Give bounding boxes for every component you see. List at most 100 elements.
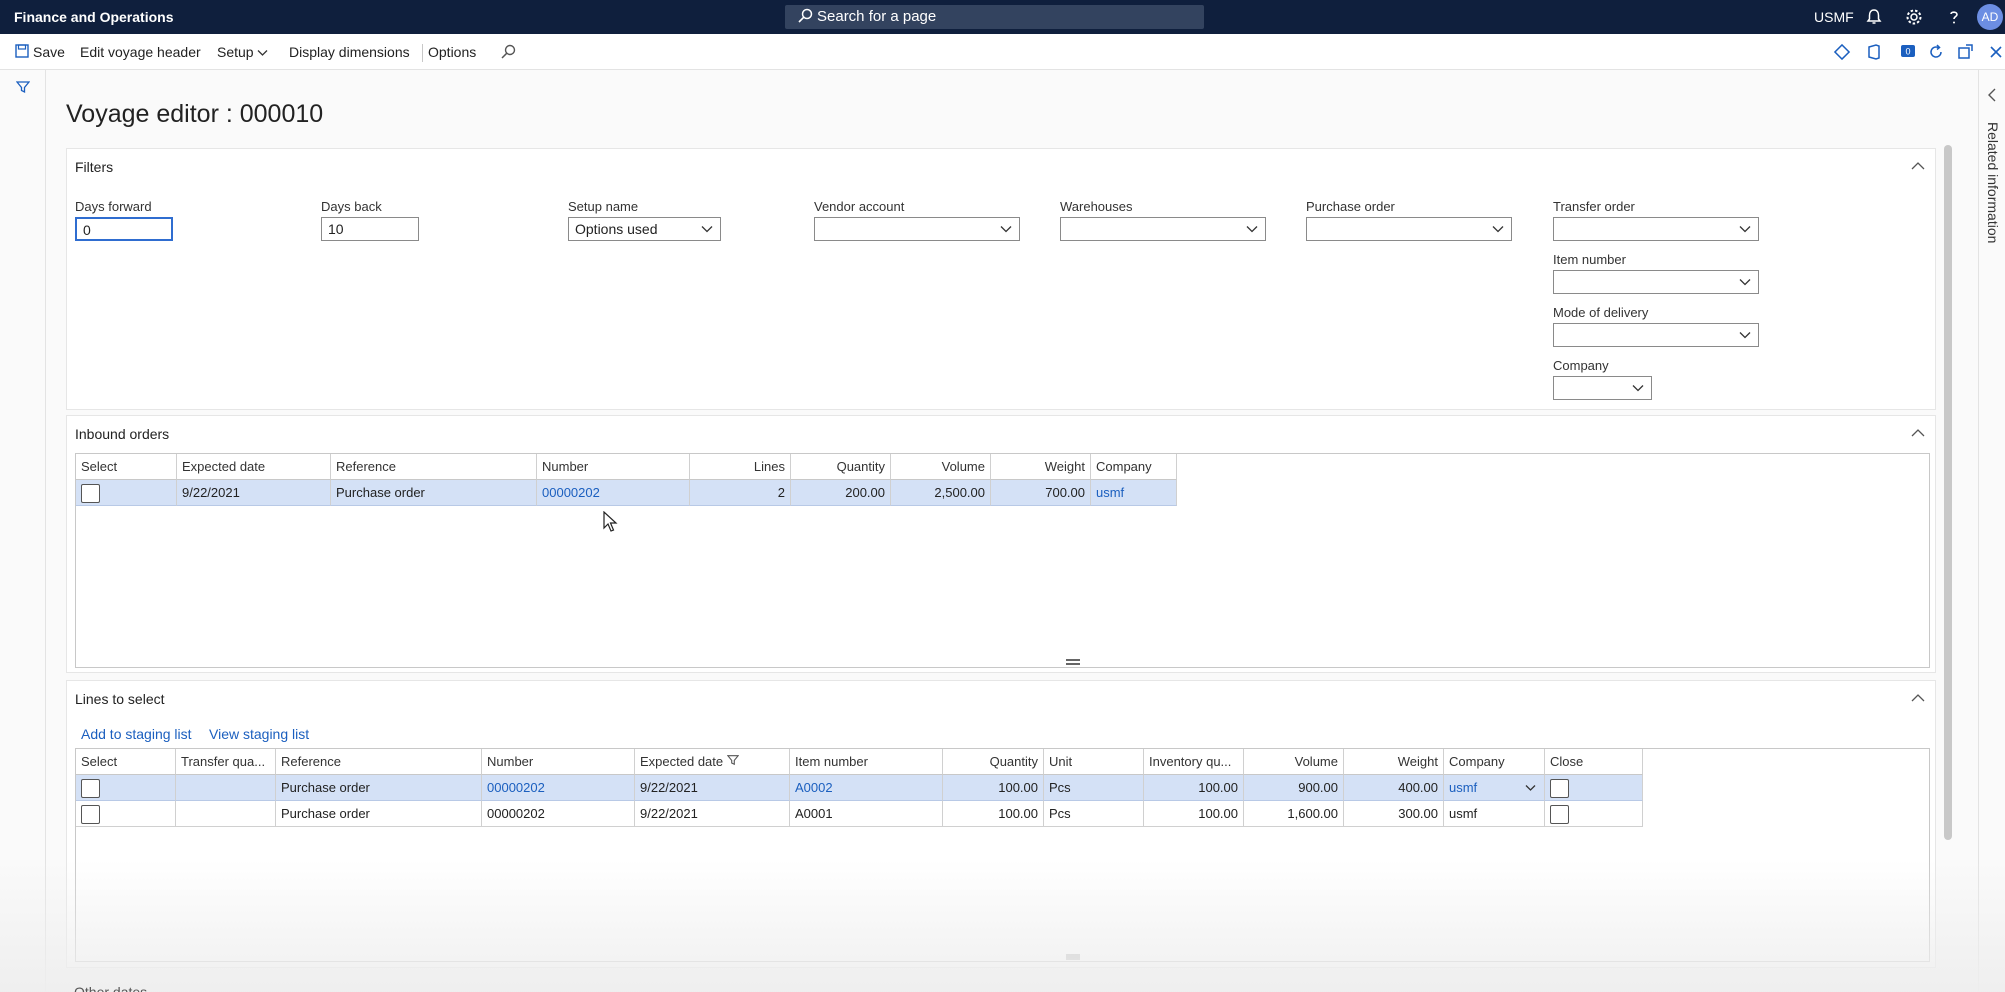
mode-of-delivery-dropdown[interactable] — [1553, 323, 1759, 347]
days-back-input[interactable]: 10 — [321, 217, 419, 241]
column-header[interactable]: Company — [1091, 454, 1177, 480]
related-information-label: Related information — [1985, 122, 2001, 244]
reference-cell: Purchase order — [276, 775, 482, 801]
grid-resize-handle[interactable] — [1066, 659, 1080, 661]
grid-header-row: Select Transfer qua... Reference Number … — [76, 749, 1643, 775]
column-header[interactable]: Close — [1545, 749, 1643, 775]
column-header[interactable]: Reference — [331, 454, 537, 480]
add-to-staging-list-button[interactable]: Add to staging list — [81, 726, 192, 742]
grid-resize-handle[interactable] — [1066, 954, 1080, 960]
setup-menu[interactable]: Setup — [217, 44, 268, 60]
help-icon[interactable] — [1944, 7, 1964, 27]
column-header[interactable]: Volume — [891, 454, 991, 480]
lines-to-select-header[interactable]: Lines to select — [75, 691, 165, 707]
column-header[interactable]: Transfer qua... — [176, 749, 276, 775]
inventory-quantity-cell: 100.00 — [1144, 801, 1244, 827]
column-header[interactable]: Unit — [1044, 749, 1144, 775]
inbound-orders-header[interactable]: Inbound orders — [75, 426, 169, 442]
item-number-link[interactable]: A0002 — [790, 775, 943, 801]
grid-header-row: Select Expected date Reference Number Li… — [76, 454, 1177, 480]
column-header[interactable]: Number — [537, 454, 690, 480]
unit-cell: Pcs — [1044, 775, 1144, 801]
column-header[interactable]: Company — [1444, 749, 1545, 775]
transfer-quantity-cell[interactable] — [176, 775, 276, 801]
office-icon[interactable] — [1864, 42, 1884, 62]
select-checkbox[interactable] — [81, 779, 100, 798]
days-forward-input[interactable]: 0 — [75, 217, 173, 241]
column-header[interactable]: Expected date — [635, 749, 790, 775]
column-header[interactable]: Volume — [1244, 749, 1344, 775]
save-button[interactable]: Save — [33, 44, 65, 60]
close-icon[interactable] — [1986, 42, 2005, 62]
diamond-icon[interactable] — [1832, 42, 1852, 62]
badge-count: 0 — [1905, 47, 1910, 57]
column-header[interactable]: Select — [76, 749, 176, 775]
search-input[interactable]: Search for a page — [785, 5, 1204, 29]
refresh-icon[interactable] — [1926, 42, 1946, 62]
table-row[interactable]: 9/22/2021 Purchase order 00000202 2 200.… — [76, 480, 1177, 506]
quantity-cell: 100.00 — [943, 801, 1044, 827]
purchase-order-dropdown[interactable] — [1306, 217, 1512, 241]
chevron-up-icon[interactable] — [1911, 693, 1925, 702]
page-scrollbar[interactable] — [1944, 145, 1952, 840]
company-label: Company — [1553, 358, 1609, 373]
table-row[interactable]: Purchase order 00000202 9/22/2021 A0001 … — [76, 801, 1643, 827]
bell-icon[interactable] — [1864, 7, 1884, 27]
item-number-dropdown[interactable] — [1553, 270, 1759, 294]
column-header[interactable]: Quantity — [791, 454, 891, 480]
filters-header[interactable]: Filters — [75, 159, 113, 175]
filter-icon[interactable] — [16, 80, 30, 94]
column-header[interactable]: Quantity — [943, 749, 1044, 775]
column-header[interactable]: Weight — [1344, 749, 1444, 775]
company-link[interactable]: usmf — [1091, 480, 1177, 506]
weight-cell: 700.00 — [991, 480, 1091, 506]
number-link[interactable]: 00000202 — [537, 480, 690, 506]
company-dropdown-cell[interactable]: usmf — [1444, 775, 1545, 801]
column-header[interactable]: Number — [482, 749, 635, 775]
transfer-order-dropdown[interactable] — [1553, 217, 1759, 241]
column-header[interactable]: Inventory qu... — [1144, 749, 1244, 775]
vendor-account-dropdown[interactable] — [814, 217, 1020, 241]
column-header[interactable]: Select — [76, 454, 177, 480]
chevron-down-icon — [1246, 226, 1258, 233]
view-staging-list-button[interactable]: View staging list — [209, 726, 309, 742]
notifications-badge-icon[interactable]: 0 — [1898, 42, 1918, 62]
search-actions-icon[interactable] — [500, 44, 516, 60]
select-checkbox[interactable] — [81, 805, 100, 824]
column-header[interactable]: Expected date — [177, 454, 331, 480]
weight-cell: 400.00 — [1344, 775, 1444, 801]
column-header[interactable]: Lines — [690, 454, 791, 480]
close-checkbox[interactable] — [1550, 805, 1569, 824]
app-title[interactable]: Finance and Operations — [14, 9, 173, 25]
close-cell — [1545, 775, 1643, 801]
edit-voyage-header-button[interactable]: Edit voyage header — [80, 44, 201, 60]
avatar[interactable]: AD — [1977, 4, 2003, 30]
warehouses-label: Warehouses — [1060, 199, 1133, 214]
expected-date-header-label: Expected date — [640, 754, 724, 769]
chevron-down-icon — [258, 50, 268, 56]
company-dropdown[interactable] — [1553, 376, 1652, 400]
warehouses-dropdown[interactable] — [1060, 217, 1266, 241]
setup-name-dropdown[interactable]: Options used — [568, 217, 721, 241]
chevron-left-icon[interactable] — [1987, 88, 1997, 102]
options-tab[interactable]: Options — [428, 44, 476, 60]
gear-icon[interactable] — [1904, 7, 1924, 27]
chevron-down-icon — [1632, 385, 1644, 392]
related-information-pane[interactable]: Related information — [1978, 70, 2005, 992]
transfer-quantity-cell[interactable] — [176, 801, 276, 827]
table-row[interactable]: Purchase order 00000202 9/22/2021 A0002 … — [76, 775, 1643, 801]
display-dimensions-button[interactable]: Display dimensions — [289, 44, 410, 60]
chevron-up-icon[interactable] — [1911, 161, 1925, 170]
open-new-window-icon[interactable] — [1955, 42, 1975, 62]
column-header[interactable]: Weight — [991, 454, 1091, 480]
column-header[interactable]: Item number — [790, 749, 943, 775]
select-checkbox[interactable] — [81, 484, 100, 503]
company-picker[interactable]: USMF — [1814, 9, 1854, 25]
number-link[interactable]: 00000202 — [482, 775, 635, 801]
quantity-cell: 200.00 — [791, 480, 891, 506]
column-header[interactable]: Reference — [276, 749, 482, 775]
close-checkbox[interactable] — [1550, 779, 1569, 798]
other-dates-header[interactable]: Other dates — [74, 984, 147, 992]
unit-cell: Pcs — [1044, 801, 1144, 827]
chevron-up-icon[interactable] — [1911, 428, 1925, 437]
